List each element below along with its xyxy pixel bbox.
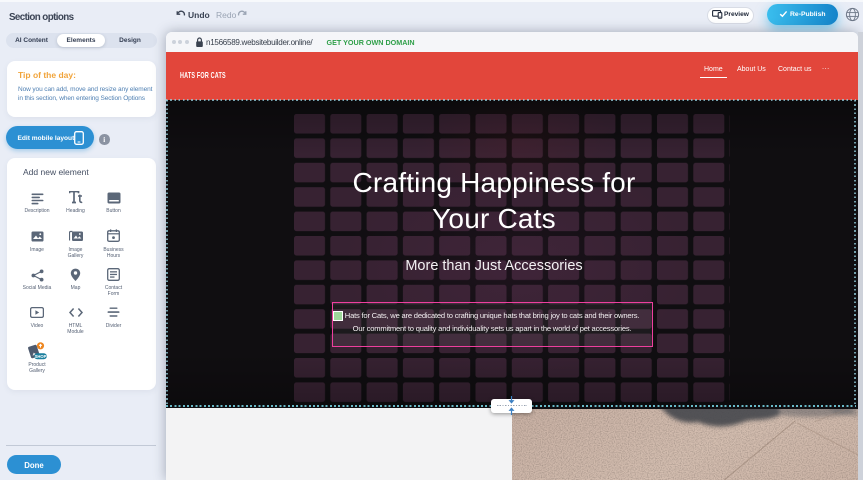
svg-text:SHOP: SHOP — [35, 353, 47, 358]
